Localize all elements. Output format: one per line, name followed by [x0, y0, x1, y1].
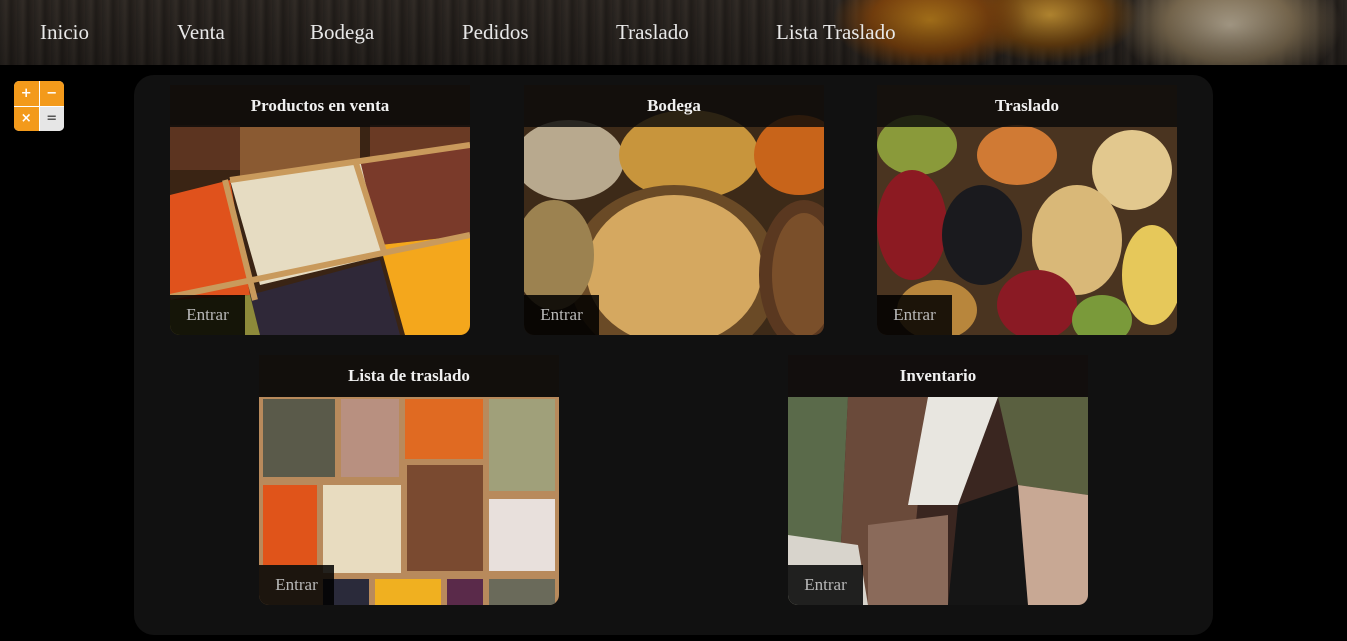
- nav-traslado[interactable]: Traslado: [616, 20, 689, 45]
- card-title: Traslado: [877, 85, 1177, 127]
- multiply-key: ×: [14, 106, 39, 131]
- card-productos-en-venta[interactable]: Productos en venta Entrar: [170, 85, 470, 335]
- calculator-icon[interactable]: + − × =: [14, 81, 64, 131]
- nav-venta[interactable]: Venta: [177, 20, 225, 45]
- enter-button[interactable]: Entrar: [170, 295, 245, 335]
- card-inventario[interactable]: Inventario Entrar: [788, 355, 1088, 605]
- equals-key: =: [39, 106, 64, 131]
- enter-button[interactable]: Entrar: [788, 565, 863, 605]
- main-panel: Productos en venta Entrar Bodega Entrar: [134, 75, 1213, 635]
- card-title: Lista de traslado: [259, 355, 559, 397]
- nav-inicio[interactable]: Inicio: [40, 20, 89, 45]
- minus-key: −: [39, 81, 64, 106]
- top-navbar: Inicio Venta Bodega Pedidos Traslado Lis…: [0, 0, 1347, 65]
- card-title: Productos en venta: [170, 85, 470, 127]
- enter-button[interactable]: Entrar: [877, 295, 952, 335]
- card-lista-de-traslado[interactable]: Lista de traslado Entrar: [259, 355, 559, 605]
- enter-button[interactable]: Entrar: [259, 565, 334, 605]
- nav-lista-traslado[interactable]: Lista Traslado: [776, 20, 896, 45]
- card-title: Inventario: [788, 355, 1088, 397]
- nav-pedidos[interactable]: Pedidos: [462, 20, 529, 45]
- nav-bodega[interactable]: Bodega: [310, 20, 374, 45]
- card-title: Bodega: [524, 85, 824, 127]
- card-traslado[interactable]: Traslado Entrar: [877, 85, 1177, 335]
- enter-button[interactable]: Entrar: [524, 295, 599, 335]
- card-bodega[interactable]: Bodega Entrar: [524, 85, 824, 335]
- plus-key: +: [14, 81, 39, 106]
